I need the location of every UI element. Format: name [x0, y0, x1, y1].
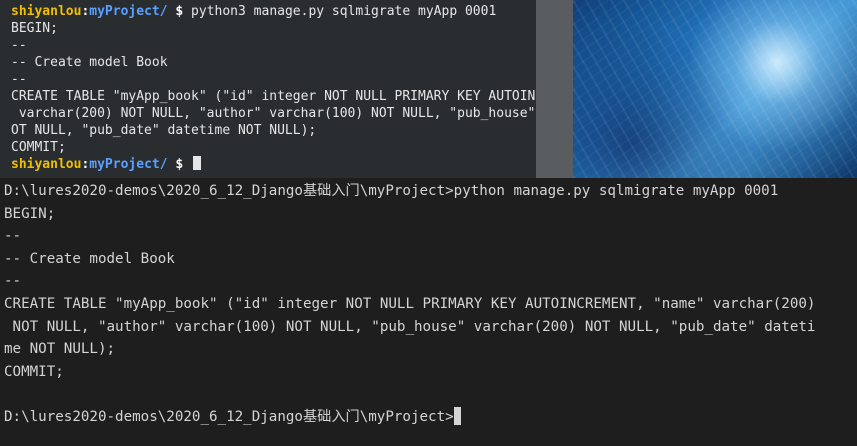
- console-prompt: D:\lures2020-demos\2020_6_12_Django基础入门\…: [4, 408, 454, 425]
- linux-terminal-output: shiyanlou:myProject/ $ python3 manage.py…: [11, 3, 571, 173]
- output-line: --: [11, 38, 27, 53]
- scrollbar-track[interactable]: [536, 0, 573, 178]
- output-line: --: [11, 72, 27, 87]
- output-line: CREATE TABLE "myApp_book" ("id" integer …: [11, 89, 571, 104]
- windows-console-window[interactable]: D:\lures2020-demos\2020_6_12_Django基础入门\…: [0, 178, 857, 446]
- prompt-path: myProject/: [89, 157, 168, 172]
- console-active-prompt[interactable]: D:\lures2020-demos\2020_6_12_Django基础入门\…: [4, 406, 857, 429]
- desktop: shiyanlou:myProject/ $ python3 manage.py…: [0, 0, 857, 446]
- console-line: NOT NULL, "author" varchar(100) NOT NULL…: [4, 318, 816, 335]
- output-line: varchar(200) NOT NULL, "author" varchar(…: [11, 106, 567, 121]
- console-line: D:\lures2020-demos\2020_6_12_Django基础入门\…: [4, 183, 779, 199]
- prompt-user: shiyanlou: [11, 157, 82, 172]
- terminal-cursor: [193, 156, 202, 170]
- desktop-wallpaper: [573, 0, 857, 178]
- console-line: -- Create model Book: [4, 250, 175, 267]
- console-cursor: [453, 406, 461, 425]
- windows-console-output: D:\lures2020-demos\2020_6_12_Django基础入门\…: [4, 180, 857, 429]
- output-line: COMMIT;: [11, 140, 66, 155]
- scrollbar-thumb[interactable]: [536, 0, 573, 178]
- console-line: me NOT NULL);: [4, 341, 116, 358]
- output-line: -- Create model Book: [11, 55, 168, 70]
- prompt-symbol: $: [167, 4, 192, 19]
- command-text: python3 manage.py sqlmigrate myApp 0001: [191, 4, 497, 19]
- output-line: BEGIN;: [11, 21, 58, 36]
- prompt-path: myProject/: [89, 4, 168, 19]
- command-line: shiyanlou:myProject/ $ python3 manage.py…: [11, 3, 571, 20]
- console-line: COMMIT;: [4, 363, 64, 380]
- console-line: --: [4, 228, 22, 245]
- console-line: BEGIN;: [4, 205, 56, 222]
- console-line: --: [4, 273, 22, 290]
- linux-terminal-window[interactable]: shiyanlou:myProject/ $ python3 manage.py…: [0, 0, 573, 178]
- prompt-symbol: $: [167, 157, 192, 172]
- active-prompt-line[interactable]: shiyanlou:myProject/ $: [11, 156, 571, 173]
- output-line: OT NULL, "pub_date" datetime NOT NULL);: [11, 123, 317, 138]
- console-line: CREATE TABLE "myApp_book" ("id" integer …: [4, 295, 816, 312]
- prompt-user: shiyanlou: [11, 4, 82, 19]
